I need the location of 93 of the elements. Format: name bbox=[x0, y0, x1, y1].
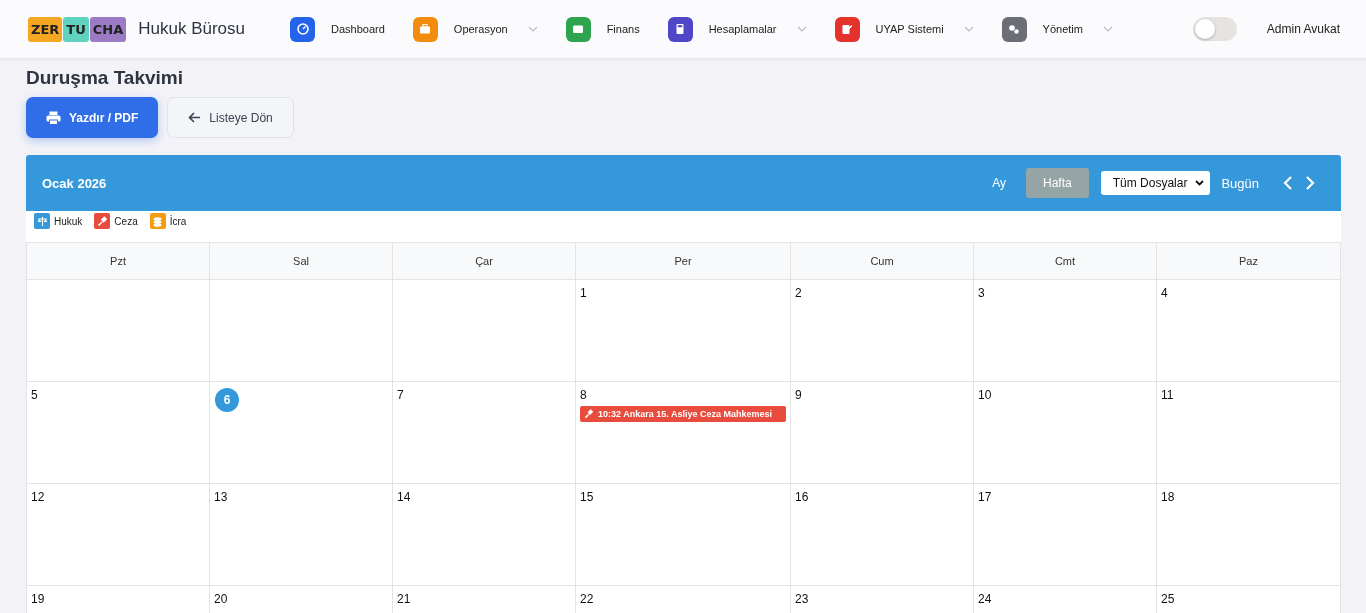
day-number: 11 bbox=[1161, 388, 1174, 402]
day-cell[interactable]: 3 bbox=[974, 280, 1157, 382]
filter-select[interactable]: Tüm Dosyalar bbox=[1100, 171, 1211, 195]
day-number: 5 bbox=[31, 388, 38, 402]
weekday-header: Per bbox=[576, 243, 791, 280]
legend-label: Hukuk bbox=[54, 215, 83, 227]
day-cell[interactable]: 24 bbox=[974, 586, 1157, 613]
chevron-down-icon[interactable] bbox=[527, 26, 538, 32]
day-cell[interactable] bbox=[27, 280, 210, 382]
weekday-header: Cmt bbox=[974, 243, 1157, 280]
print-button[interactable]: Yazdır / PDF bbox=[26, 97, 159, 138]
day-cell[interactable]: 21 bbox=[393, 586, 576, 613]
weekday-header: Paz bbox=[1157, 243, 1341, 280]
arrow-left-icon bbox=[188, 112, 202, 123]
today-day-number: 6 bbox=[215, 388, 239, 412]
day-cell[interactable]: 20 bbox=[210, 586, 393, 613]
hearing-event[interactable]: 10:32 Ankara 15. Asliye Ceza Mahkemesi bbox=[580, 406, 786, 422]
weekday-header: Çar bbox=[393, 243, 576, 280]
nav-link[interactable]: UYAP Sistemi bbox=[875, 23, 944, 35]
day-number: 10 bbox=[978, 388, 992, 402]
day-cell[interactable]: 14 bbox=[393, 484, 576, 586]
day-number: 15 bbox=[580, 490, 594, 504]
day-cell[interactable]: 25 bbox=[1157, 586, 1341, 613]
printer-icon bbox=[46, 110, 61, 125]
day-number: 21 bbox=[397, 592, 411, 606]
nav-icon[interactable] bbox=[565, 16, 591, 42]
day-number: 24 bbox=[978, 592, 992, 606]
legend-label: Ceza bbox=[114, 215, 138, 227]
weekday-header: Cum bbox=[791, 243, 974, 280]
day-number: 18 bbox=[1161, 490, 1175, 504]
day-number: 17 bbox=[978, 490, 992, 504]
day-number: 7 bbox=[397, 388, 404, 402]
day-cell[interactable]: 7 bbox=[393, 382, 576, 484]
day-cell[interactable]: 13 bbox=[210, 484, 393, 586]
day-cell[interactable] bbox=[210, 280, 393, 382]
day-number: 3 bbox=[978, 286, 985, 300]
theme-toggle[interactable] bbox=[1192, 17, 1237, 41]
day-cell[interactable]: 10 bbox=[974, 382, 1157, 484]
day-cell[interactable]: 18 bbox=[1157, 484, 1341, 586]
day-number: 16 bbox=[795, 490, 809, 504]
previous-icon[interactable] bbox=[1283, 176, 1293, 190]
day-cell[interactable]: 16 bbox=[791, 484, 974, 586]
chevron-down-icon[interactable] bbox=[1102, 26, 1113, 32]
nav-icon[interactable] bbox=[290, 16, 315, 42]
chevron-down-icon bbox=[1195, 180, 1205, 186]
nav-link[interactable]: Dashboard bbox=[331, 23, 385, 35]
page-title: Duruşma Takvimi bbox=[26, 67, 184, 89]
nav-icon[interactable] bbox=[834, 16, 860, 42]
day-cell[interactable]: 4 bbox=[1157, 280, 1341, 382]
weekday-header: Sal bbox=[210, 243, 393, 280]
weekday-header: Pzt bbox=[27, 243, 210, 280]
day-number: 2 bbox=[795, 286, 802, 300]
day-number: 14 bbox=[397, 490, 411, 504]
day-number: 13 bbox=[214, 490, 228, 504]
day-number: 25 bbox=[1161, 592, 1175, 606]
nav-link[interactable]: Operasyon bbox=[453, 23, 508, 35]
day-number: 9 bbox=[795, 388, 802, 402]
day-cell[interactable]: 5 bbox=[27, 382, 210, 484]
day-number: 22 bbox=[580, 592, 594, 606]
day-cell[interactable]: 17 bbox=[974, 484, 1157, 586]
day-number: 4 bbox=[1161, 286, 1168, 300]
day-cell[interactable]: 12 bbox=[27, 484, 210, 586]
nav-icon[interactable] bbox=[667, 16, 693, 42]
next-icon[interactable] bbox=[1305, 176, 1315, 190]
nav-link[interactable]: Hesaplamalar bbox=[708, 23, 777, 35]
nav-icon[interactable] bbox=[1001, 16, 1027, 42]
day-cell[interactable]: 1 bbox=[576, 280, 791, 382]
day-cell[interactable]: 15 bbox=[576, 484, 791, 586]
day-cell[interactable]: 11 bbox=[1157, 382, 1341, 484]
gavel-icon bbox=[584, 409, 594, 419]
logo: ZER TU CHA bbox=[28, 16, 127, 42]
brand-title: Hukuk Bürosu bbox=[138, 19, 246, 39]
legend-label: İcra bbox=[169, 215, 187, 227]
day-cell[interactable]: 8 10:32 Ankara 15. Asliye Ceza Mahkemesi bbox=[576, 382, 791, 484]
day-number: 23 bbox=[795, 592, 809, 606]
day-cell[interactable]: 22 bbox=[576, 586, 791, 613]
day-number: 19 bbox=[31, 592, 45, 606]
day-number: 8 bbox=[580, 388, 587, 402]
nav-link[interactable]: Yönetim bbox=[1042, 23, 1083, 35]
back-button[interactable]: Listeye Dön bbox=[167, 97, 294, 138]
user-name[interactable]: Admin Avukat bbox=[1266, 22, 1340, 36]
day-cell[interactable] bbox=[393, 280, 576, 382]
day-number: 1 bbox=[580, 286, 587, 300]
nav-link[interactable]: Finans bbox=[606, 23, 640, 35]
chevron-down-icon[interactable] bbox=[963, 26, 974, 32]
day-cell[interactable]: 2 bbox=[791, 280, 974, 382]
day-cell[interactable]: 19 bbox=[27, 586, 210, 613]
day-number: 20 bbox=[214, 592, 228, 606]
day-cell[interactable]: 9 bbox=[791, 382, 974, 484]
day-cell[interactable]: 23 bbox=[791, 586, 974, 613]
chevron-down-icon[interactable] bbox=[796, 26, 807, 32]
day-number: 12 bbox=[31, 490, 45, 504]
calendar-title: Ocak 2026 bbox=[42, 175, 107, 191]
